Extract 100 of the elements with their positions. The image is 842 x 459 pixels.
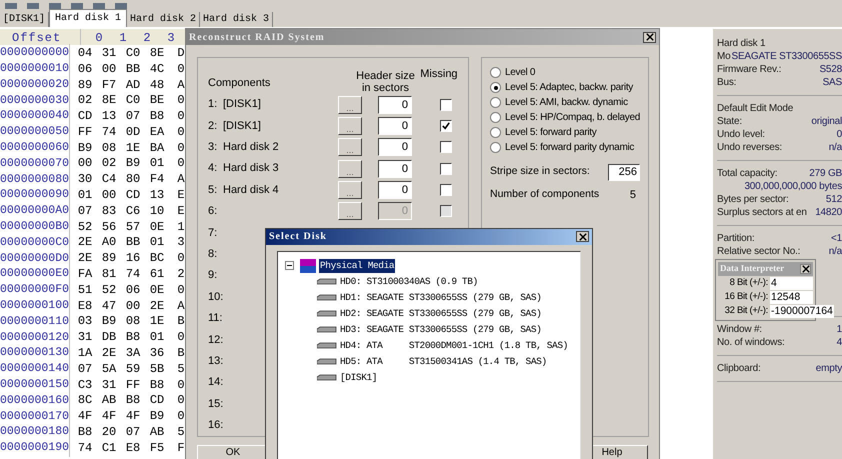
tree-item[interactable]: [DISK1] bbox=[340, 370, 378, 385]
hex-cell-text: CD bbox=[148, 392, 166, 410]
radio-label[interactable]: Level 5: HP/Compaq, b. delayed bbox=[505, 110, 640, 125]
toolbar-icon[interactable] bbox=[92, 3, 106, 9]
toolbar-icon[interactable] bbox=[70, 3, 84, 9]
close-icon[interactable] bbox=[643, 32, 656, 42]
radio-label[interactable]: Level 5: forward parity dynamic bbox=[505, 140, 634, 155]
hex-cell-text: 4F bbox=[76, 408, 94, 426]
tree-item[interactable]: HD1: SEAGATE ST3300655SS (279 GB, SAS) bbox=[340, 290, 542, 305]
hex-cell-text: 07 bbox=[76, 202, 94, 220]
radio-label[interactable]: Level 5: AMI, backw. dynamic bbox=[505, 95, 628, 110]
toolbar-icon[interactable] bbox=[48, 3, 62, 9]
radio-label[interactable]: Level 5: Adaptec, backw. parity bbox=[505, 80, 634, 95]
info-label: Partition: bbox=[717, 232, 754, 245]
value-field[interactable]: 4 bbox=[770, 276, 813, 290]
hex-cell-text: 89 bbox=[76, 76, 94, 94]
radio-button[interactable] bbox=[490, 127, 501, 138]
info-label: No. of windows: bbox=[717, 336, 785, 349]
tab[interactable]: Hard disk 3 bbox=[200, 12, 274, 27]
tab[interactable]: Hard disk 1 bbox=[49, 9, 128, 27]
radio-button[interactable] bbox=[490, 112, 501, 123]
missing-checkbox[interactable] bbox=[440, 141, 452, 154]
info-label: Total capacity: bbox=[717, 167, 778, 180]
component-name: Hard disk 2 bbox=[223, 141, 279, 154]
hex-cell-text: 1E bbox=[124, 140, 142, 157]
hex-cell-text: 06 bbox=[124, 282, 142, 299]
toolbar-icon[interactable] bbox=[26, 3, 40, 9]
header-size-field[interactable]: 0 bbox=[378, 160, 412, 178]
hex-cell-text: 00 bbox=[124, 298, 142, 315]
missing-checkbox[interactable] bbox=[440, 205, 452, 218]
close-icon[interactable] bbox=[800, 264, 811, 274]
hex-cell-text: A bbox=[176, 298, 186, 315]
hex-cell-text: 2 bbox=[176, 266, 186, 284]
value-field[interactable]: -1900007164 bbox=[770, 304, 834, 318]
column-header: Missing bbox=[420, 67, 458, 82]
info-label: Window #: bbox=[717, 323, 762, 336]
hex-cell-text: E8 bbox=[76, 298, 94, 315]
collapse-toggle-icon[interactable] bbox=[285, 261, 294, 270]
hex-cell-text: CD bbox=[124, 187, 142, 204]
component-number: 12: bbox=[208, 332, 223, 348]
hex-cell-text: AB bbox=[100, 392, 118, 410]
app-logo-icon bbox=[300, 258, 316, 273]
tree-item[interactable]: HD2: SEAGATE ST3300655SS (279 GB, SAS) bbox=[340, 306, 542, 321]
hex-cell-text: 07 bbox=[124, 424, 142, 442]
info-value: 14820 bbox=[815, 206, 842, 219]
toolbar-icon[interactable] bbox=[4, 3, 18, 9]
hex-cell-text: C0 bbox=[124, 44, 142, 62]
browse-button[interactable]: ... bbox=[338, 116, 362, 135]
hex-cell-text: 0 bbox=[176, 376, 186, 394]
hex-cell-text: 8C bbox=[76, 392, 94, 410]
header-size-field[interactable]: 0 bbox=[378, 116, 412, 135]
missing-checkbox[interactable] bbox=[440, 98, 452, 111]
offset-cell-text: 0000000020 bbox=[0, 76, 70, 93]
browse-button[interactable]: ... bbox=[338, 160, 362, 178]
offset-cell-text: 0000000190 bbox=[0, 440, 70, 456]
offset-cell-text: 0000000090 bbox=[0, 187, 70, 204]
close-icon[interactable] bbox=[576, 231, 589, 242]
tree-item[interactable]: HD5: ATA ST31500341AS (1.4 TB, SAS) bbox=[340, 354, 547, 369]
radio-button[interactable] bbox=[490, 142, 501, 153]
info-value: 0 bbox=[836, 128, 842, 141]
radio-label[interactable]: Level 5: forward parity bbox=[505, 125, 596, 140]
header-size-field[interactable]: 0 bbox=[378, 96, 412, 114]
hex-cell-text: 0 bbox=[176, 60, 186, 78]
toolbar-icon[interactable] bbox=[114, 3, 128, 9]
hex-cell-text: 0 bbox=[176, 108, 186, 126]
column-header: 3 bbox=[166, 30, 176, 45]
missing-checkbox[interactable] bbox=[440, 162, 452, 175]
hex-cell-text: 80 bbox=[124, 171, 142, 188]
header-size-field[interactable]: 0 bbox=[378, 138, 412, 156]
window-title: Data Interpreter bbox=[720, 262, 784, 276]
hex-cell-text: 0 bbox=[176, 329, 186, 346]
tree-item[interactable]: HD4: ATA ST2000DM001-1CH1 (1.8 TB, SAS) bbox=[340, 338, 568, 353]
info-value: original bbox=[811, 115, 842, 128]
radio-button[interactable] bbox=[490, 97, 501, 108]
component-number: 13: bbox=[208, 354, 223, 369]
field-label: 32 Bit (+/-): bbox=[724, 304, 769, 318]
missing-checkbox[interactable] bbox=[440, 120, 452, 132]
radio-button[interactable] bbox=[490, 82, 501, 93]
value-field[interactable]: 12548 bbox=[770, 290, 813, 304]
offset-cell-text: 0000000170 bbox=[0, 408, 70, 425]
info-label: Surplus sectors at en bbox=[717, 206, 807, 219]
tree-item[interactable]: HD0: ST31000340AS (0.9 TB) bbox=[340, 274, 478, 289]
browse-button[interactable]: ... bbox=[338, 181, 362, 200]
browse-button[interactable]: ... bbox=[338, 96, 362, 114]
hex-cell-text: A bbox=[176, 171, 186, 188]
hex-cell-text: B8 bbox=[148, 376, 166, 394]
field-label: 16 Bit (+/-): bbox=[724, 290, 769, 304]
missing-checkbox[interactable] bbox=[440, 184, 452, 196]
radio-button[interactable] bbox=[490, 67, 501, 78]
browse-button[interactable]: ... bbox=[338, 138, 362, 156]
tree-item[interactable]: Physical Media bbox=[319, 258, 396, 273]
browse-button[interactable]: ... bbox=[338, 202, 362, 220]
hex-cell-text: BB bbox=[124, 60, 142, 78]
tab[interactable]: Hard disk 2 bbox=[127, 12, 200, 27]
tree-item[interactable]: HD3: SEAGATE ST3300655SS (279 GB, SAS) bbox=[340, 322, 542, 337]
header-size-field[interactable]: 0 bbox=[378, 181, 412, 200]
radio-label[interactable]: Level 0 bbox=[505, 65, 536, 80]
hex-cell-text: 13 bbox=[148, 187, 166, 204]
info-value: 4 bbox=[836, 336, 842, 349]
stripe-size-field[interactable]: 256 bbox=[608, 164, 640, 180]
